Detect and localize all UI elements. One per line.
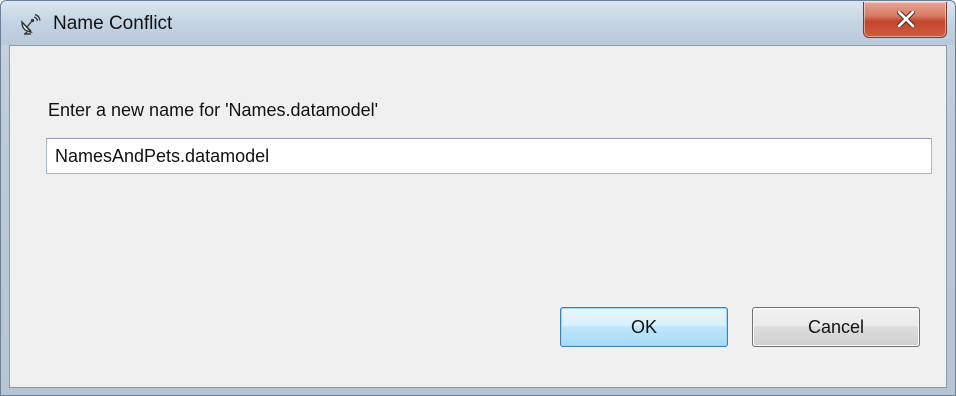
title-bar[interactable]: Name Conflict	[1, 1, 955, 45]
window-title: Name Conflict	[53, 13, 173, 34]
ok-button[interactable]: OK	[560, 307, 728, 347]
dialog-window: Name Conflict Enter a new name for 'Name…	[0, 0, 956, 396]
satellite-dish-icon	[19, 13, 41, 35]
dialog-body: Enter a new name for 'Names.datamodel' O…	[9, 45, 947, 388]
close-button[interactable]	[863, 2, 947, 38]
cancel-button[interactable]: Cancel	[752, 307, 920, 347]
close-icon	[897, 11, 915, 27]
new-name-input[interactable]	[46, 138, 932, 174]
prompt-label: Enter a new name for 'Names.datamodel'	[48, 100, 379, 120]
